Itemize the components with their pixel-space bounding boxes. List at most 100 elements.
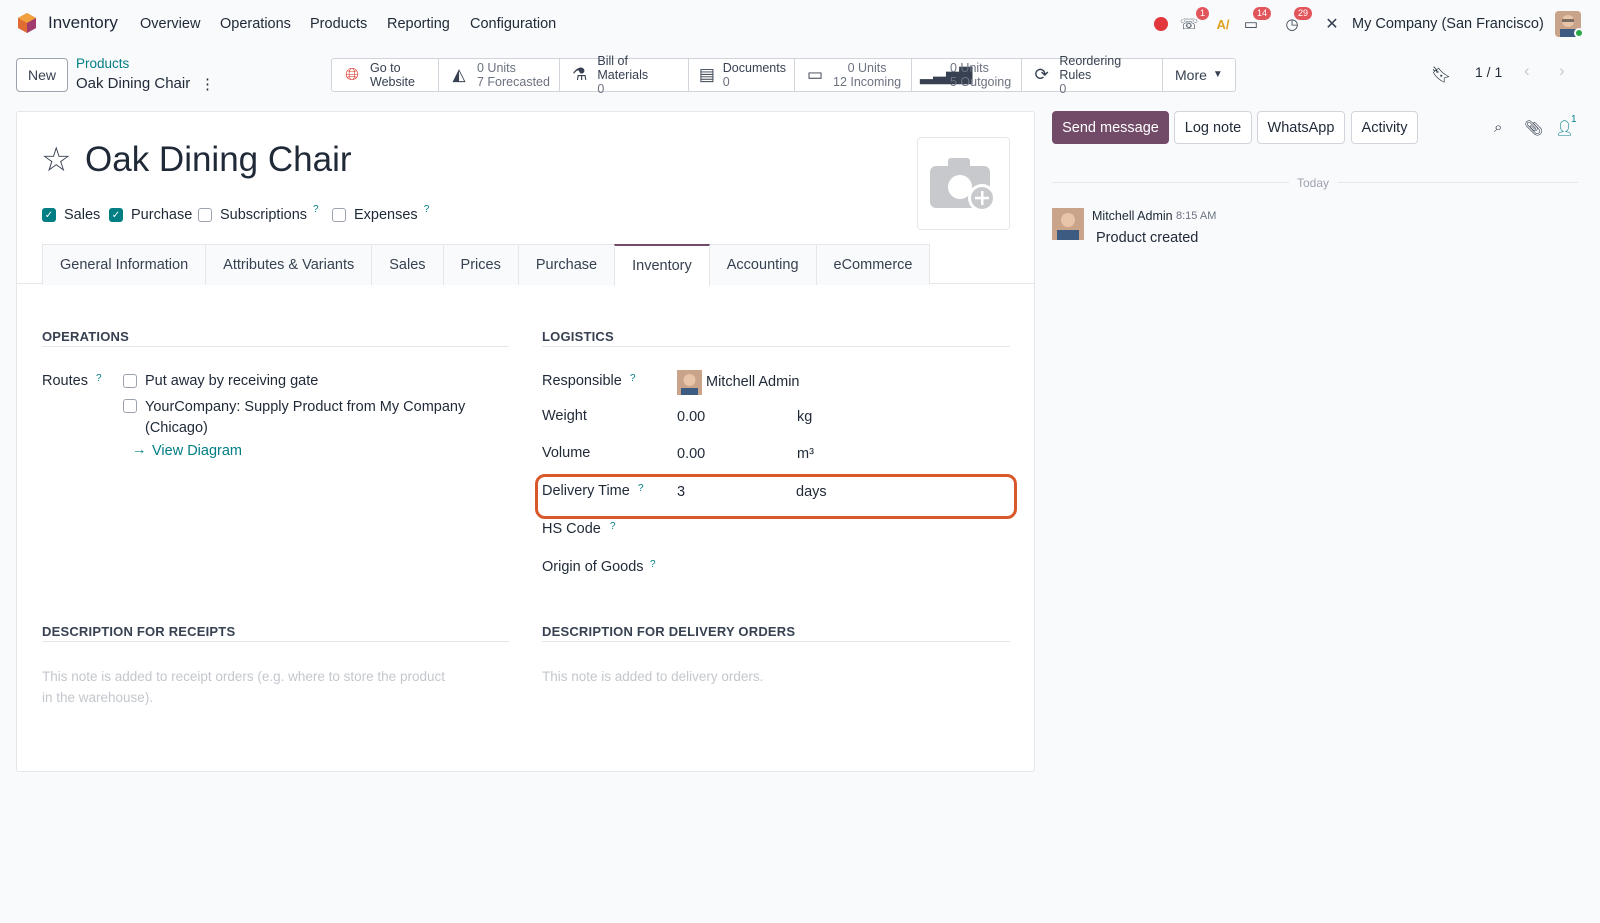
notebook-tabs: General Information Attributes & Variant… bbox=[42, 244, 931, 286]
origin-of-goods-label: Origin of Goods bbox=[542, 559, 644, 575]
bill-of-materials-button[interactable]: ⚗ Bill of Materials 0 bbox=[560, 54, 689, 96]
bookmark-icon[interactable]: 🔖︎ bbox=[1431, 65, 1451, 85]
route-supply-checkbox[interactable]: YourCompany: Supply Product from My Comp… bbox=[123, 397, 465, 439]
record-icon[interactable] bbox=[1151, 14, 1171, 34]
incoming-button[interactable]: ▭ 0 Units 12 Incoming bbox=[795, 59, 912, 91]
delivery-placeholder: This note is added to delivery orders. bbox=[542, 669, 764, 684]
actions-menu-icon[interactable]: ⋮ bbox=[200, 75, 215, 93]
activity-button[interactable]: Activity bbox=[1351, 111, 1418, 144]
send-message-button[interactable]: Send message bbox=[1052, 111, 1169, 144]
purchase-checkbox[interactable]: ✓ Purchase bbox=[109, 207, 192, 223]
purchase-checkbox-label: Purchase bbox=[131, 207, 193, 223]
tab-purchase[interactable]: Purchase bbox=[517, 244, 616, 285]
menu-overview[interactable]: Overview bbox=[140, 16, 200, 32]
delivery-time-input[interactable]: 3 bbox=[677, 484, 685, 500]
tab-ecommerce[interactable]: eCommerce bbox=[815, 244, 931, 285]
ai-icon[interactable]: A/ bbox=[1213, 14, 1233, 34]
delivery-time-label: Delivery Time bbox=[542, 483, 630, 499]
tab-accounting[interactable]: Accounting bbox=[708, 244, 817, 285]
arrow-right-icon[interactable]: → bbox=[132, 442, 147, 458]
date-separator-today: Today bbox=[1297, 176, 1330, 190]
globe-icon: 🌐︎ bbox=[345, 65, 359, 84]
help-icon[interactable]: ? bbox=[96, 373, 102, 384]
tab-sales[interactable]: Sales bbox=[371, 244, 444, 285]
activity-clock-icon[interactable]: ◷ 29 bbox=[1282, 7, 1312, 34]
message-author-avatar[interactable] bbox=[1052, 208, 1084, 240]
message-time: 8:15 AM bbox=[1176, 210, 1217, 222]
activity-badge: 29 bbox=[1293, 7, 1312, 20]
tab-inventory[interactable]: Inventory bbox=[614, 244, 710, 286]
log-note-button[interactable]: Log note bbox=[1174, 111, 1252, 144]
menu-configuration[interactable]: Configuration bbox=[470, 16, 556, 32]
responsible-field[interactable]: Mitchell Admin bbox=[706, 374, 799, 390]
subscriptions-checkbox[interactable]: Subscriptions ? bbox=[198, 204, 319, 223]
bom-line2: 0 bbox=[597, 82, 605, 96]
hs-code-input[interactable] bbox=[677, 521, 1007, 541]
route-put-away-checkbox[interactable]: Put away by receiving gate bbox=[123, 373, 318, 389]
pager-previous-icon[interactable]: ‹ bbox=[1524, 61, 1530, 81]
breadcrumb-products[interactable]: Products bbox=[76, 56, 129, 71]
paperclip-icon[interactable]: 📎︎ bbox=[1524, 119, 1543, 137]
delivery-description-input[interactable]: This note is added to delivery orders. bbox=[542, 666, 982, 687]
phone-icon[interactable]: ☏ 1 bbox=[1179, 7, 1209, 34]
tools-icon[interactable]: ✕ bbox=[1322, 14, 1342, 34]
pager-next-icon[interactable]: › bbox=[1559, 61, 1565, 81]
incoming-line2: 12 Incoming bbox=[833, 75, 902, 89]
menu-operations[interactable]: Operations bbox=[220, 16, 291, 32]
flask-icon: ⚗ bbox=[572, 65, 588, 84]
app-name[interactable]: Inventory bbox=[48, 13, 118, 33]
product-image-placeholder[interactable] bbox=[917, 137, 1010, 230]
receipts-description-title: DESCRIPTION FOR RECEIPTS bbox=[42, 624, 236, 639]
forecast-line2: 7 Forecasted bbox=[477, 75, 550, 89]
help-icon[interactable]: ? bbox=[638, 483, 644, 494]
forecasted-button[interactable]: ◭ 0 Units 7 Forecasted bbox=[439, 59, 560, 91]
pager-value[interactable]: 1 / 1 bbox=[1475, 64, 1502, 80]
route-put-away-label: Put away by receiving gate bbox=[145, 373, 319, 389]
outgoing-button[interactable]: ▂▃▅▇ 0 Units 5 Outgoing bbox=[912, 59, 1022, 91]
new-button[interactable]: New bbox=[16, 58, 68, 92]
tab-general-information[interactable]: General Information bbox=[42, 244, 207, 285]
operations-section-title: OPERATIONS bbox=[42, 329, 129, 344]
help-icon[interactable]: ? bbox=[610, 521, 616, 532]
messages-icon[interactable]: ▭ 14 bbox=[1241, 7, 1271, 34]
view-diagram-link[interactable]: View Diagram bbox=[152, 443, 242, 459]
divider bbox=[542, 346, 1010, 347]
messages-badge: 14 bbox=[1252, 7, 1271, 20]
company-switcher[interactable]: My Company (San Francisco) bbox=[1352, 16, 1544, 32]
whatsapp-button[interactable]: WhatsApp bbox=[1257, 111, 1345, 144]
sales-checkbox[interactable]: ✓ Sales bbox=[42, 207, 100, 223]
search-icon[interactable]: ⌕ bbox=[1494, 119, 1502, 136]
inventory-app-icon[interactable] bbox=[16, 12, 38, 34]
favorite-star-icon[interactable]: ☆ bbox=[41, 140, 71, 180]
go-to-website-button[interactable]: 🌐︎ Go to Website bbox=[332, 59, 439, 91]
help-icon[interactable]: ? bbox=[313, 204, 319, 215]
help-icon[interactable]: ? bbox=[424, 204, 430, 215]
help-icon[interactable]: ? bbox=[650, 559, 656, 570]
document-icon: ▤ bbox=[698, 65, 715, 84]
menu-products[interactable]: Products bbox=[310, 16, 367, 32]
forecast-line1: 0 Units bbox=[477, 61, 516, 75]
product-name[interactable]: Oak Dining Chair bbox=[85, 140, 352, 180]
receipts-description-input[interactable]: This note is added to receipt orders (e.… bbox=[42, 666, 482, 708]
message-author[interactable]: Mitchell Admin bbox=[1092, 209, 1173, 223]
checkbox-box bbox=[123, 399, 137, 413]
followers-count: 1 bbox=[1571, 114, 1577, 125]
checkbox-box bbox=[198, 208, 212, 222]
more-dropdown[interactable]: More ▼ bbox=[1163, 59, 1235, 91]
volume-input[interactable]: 0.00 bbox=[677, 446, 705, 462]
documents-button[interactable]: ▤ Documents 0 bbox=[689, 59, 795, 91]
tab-attributes-variants[interactable]: Attributes & Variants bbox=[205, 244, 373, 285]
check-icon: ✓ bbox=[109, 208, 123, 222]
origin-of-goods-input[interactable] bbox=[677, 559, 1007, 579]
tab-prices[interactable]: Prices bbox=[442, 244, 519, 285]
weight-input[interactable]: 0.00 bbox=[677, 409, 705, 425]
help-icon[interactable]: ? bbox=[630, 373, 636, 384]
weight-unit: kg bbox=[797, 409, 813, 425]
expenses-checkbox[interactable]: Expenses ? bbox=[332, 204, 430, 223]
documents-line1: Documents bbox=[722, 61, 786, 75]
caret-down-icon: ▼ bbox=[1212, 69, 1223, 80]
expenses-checkbox-label: Expenses bbox=[354, 207, 418, 223]
reordering-rules-button[interactable]: ⟳ Reordering Rules 0 bbox=[1022, 54, 1163, 96]
reorder-line2: 0 bbox=[1059, 82, 1067, 96]
menu-reporting[interactable]: Reporting bbox=[387, 16, 450, 32]
